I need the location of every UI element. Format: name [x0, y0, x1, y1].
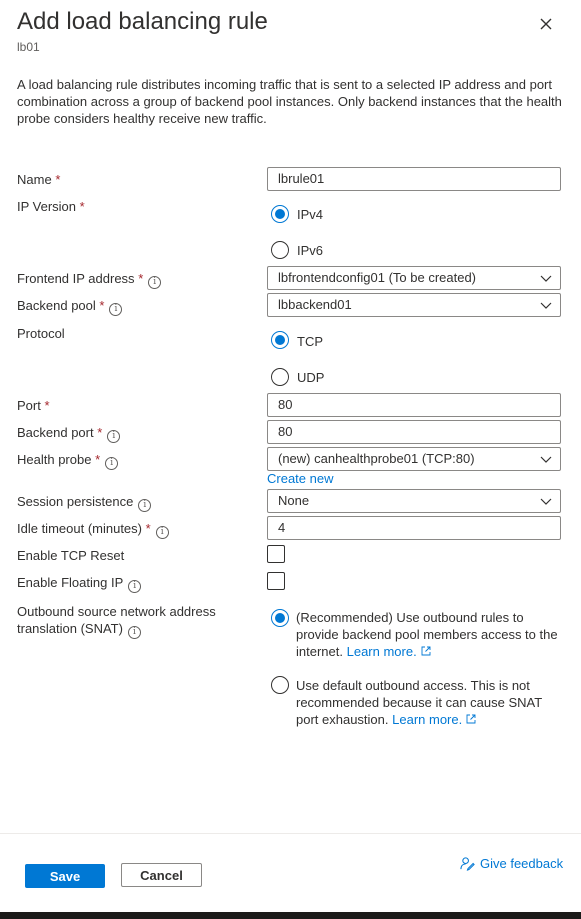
ip-version-label: IP Version * [17, 199, 85, 214]
feedback-icon [460, 857, 475, 871]
floating-ip-label: Enable Floating IP i [17, 575, 142, 593]
info-icon[interactable]: i [128, 580, 142, 593]
tcp-reset-label: Enable TCP Reset [17, 548, 125, 563]
snat-outbound-rules-radio[interactable] [271, 609, 289, 627]
chevron-down-icon [540, 456, 552, 463]
udp-radio[interactable] [271, 368, 289, 386]
ipv6-label: IPv6 [297, 243, 324, 258]
chevron-down-icon [540, 275, 552, 282]
description: A load balancing rule distributes incomi… [17, 77, 562, 126]
learn-more-link[interactable]: Learn more. [392, 712, 462, 727]
tcp-label: TCP [297, 334, 323, 349]
backend-pool-label: Backend pool * i [17, 298, 123, 316]
backend-port-input[interactable]: 80 [267, 420, 561, 444]
close-icon[interactable] [536, 14, 556, 34]
frontend-ip-select[interactable]: lbfrontendconfig01 (To be created) [267, 266, 561, 290]
info-icon[interactable]: i [138, 499, 152, 512]
tcp-radio[interactable] [271, 331, 289, 349]
protocol-label: Protocol [17, 326, 65, 341]
info-icon[interactable]: i [105, 457, 119, 470]
port-label: Port * [17, 398, 50, 413]
snat-default-access-text: Use default outbound access. This is not… [296, 678, 542, 727]
info-icon[interactable]: i [107, 430, 121, 443]
snat-label: Outbound source network address translat… [17, 604, 216, 639]
learn-more-link[interactable]: Learn more. [347, 644, 417, 659]
external-link-icon [421, 646, 431, 656]
create-new-link[interactable]: Create new [267, 471, 333, 486]
info-icon[interactable]: i [155, 526, 169, 539]
ipv4-radio[interactable] [271, 205, 289, 223]
page-title: Add load balancing rule [17, 8, 268, 35]
chevron-down-icon [540, 302, 552, 309]
external-link-icon [466, 714, 476, 724]
page-subtitle: lb01 [17, 40, 40, 54]
tcp-reset-checkbox[interactable] [267, 545, 285, 563]
info-icon[interactable]: i [109, 303, 123, 316]
window-bottom-bar [0, 912, 581, 919]
info-icon[interactable]: i [127, 626, 141, 639]
footer-divider [0, 833, 581, 834]
name-label: Name * [17, 172, 61, 187]
floating-ip-checkbox[interactable] [267, 572, 285, 590]
session-persistence-select[interactable]: None [267, 489, 561, 513]
give-feedback-link[interactable]: Give feedback [460, 856, 563, 871]
idle-timeout-input[interactable]: 4 [267, 516, 561, 540]
health-probe-select[interactable]: (new) canhealthprobe01 (TCP:80) [267, 447, 561, 471]
session-persistence-label: Session persistence i [17, 494, 152, 512]
backend-pool-select[interactable]: lbbackend01 [267, 293, 561, 317]
port-input[interactable]: 80 [267, 393, 561, 417]
info-icon[interactable]: i [148, 276, 162, 289]
save-button[interactable]: Save [25, 864, 105, 888]
backend-port-label: Backend port * i [17, 425, 121, 443]
ipv4-label: IPv4 [297, 207, 324, 222]
frontend-ip-label: Frontend IP address * i [17, 271, 162, 289]
snat-outbound-rules-text: (Recommended) Use outbound rules to prov… [296, 610, 558, 659]
snat-default-access-radio[interactable] [271, 676, 289, 694]
idle-timeout-label: Idle timeout (minutes) * i [17, 521, 169, 539]
ipv6-radio[interactable] [271, 241, 289, 259]
name-input[interactable]: lbrule01 [267, 167, 561, 191]
udp-label: UDP [297, 370, 325, 385]
health-probe-label: Health probe * i [17, 452, 119, 470]
cancel-button[interactable]: Cancel [121, 863, 202, 887]
chevron-down-icon [540, 498, 552, 505]
